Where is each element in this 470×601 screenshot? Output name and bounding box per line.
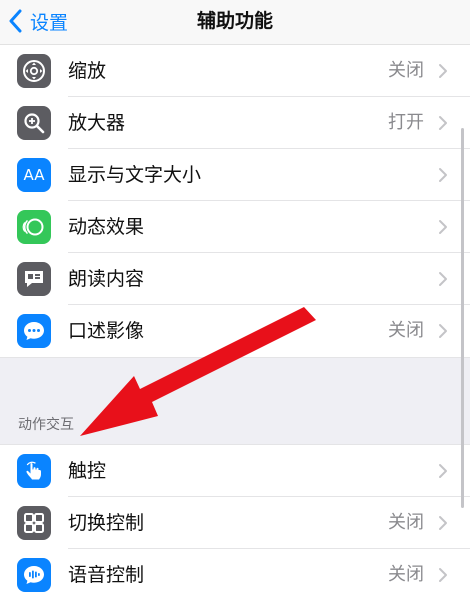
row-value: 关闭 (388, 320, 424, 341)
chevron-right-icon (439, 464, 447, 478)
row-label: 显示与文字大小 (68, 164, 202, 186)
page-title: 辅助功能 (196, 10, 273, 32)
section-header: 动作交互 (18, 417, 74, 433)
row-motion[interactable]: 动态效果 (0, 201, 470, 253)
row-voice-control[interactable]: 语音控制 关闭 (0, 549, 470, 601)
touch-icon (17, 454, 51, 488)
row-value: 关闭 (388, 564, 424, 585)
section-header-container: 动作交互 (0, 357, 470, 445)
row-value: 关闭 (388, 60, 424, 81)
row-touch[interactable]: 触控 (0, 445, 470, 497)
row-audio-descriptions[interactable]: 口述影像 关闭 (0, 305, 470, 357)
row-label: 触控 (68, 460, 107, 482)
row-spoken-content[interactable]: 朗读内容 (0, 253, 470, 305)
row-label: 放大器 (68, 112, 126, 134)
chevron-right-icon (439, 168, 447, 182)
row-label: 朗读内容 (68, 268, 145, 290)
text-size-glyph: AA (23, 166, 45, 184)
row-label: 缩放 (68, 60, 107, 82)
chevron-right-icon (439, 324, 447, 338)
magnifier-icon (17, 106, 51, 140)
row-display-text-size[interactable]: AA 显示与文字大小 (0, 149, 470, 201)
settings-list: 缩放 关闭 放大器 打开 AA 显示与文字大小 动态效果 朗读内容 口述影像 关… (0, 45, 470, 601)
text-size-icon: AA (17, 158, 51, 192)
audio-description-icon (17, 314, 51, 348)
spoken-content-icon (17, 262, 51, 296)
row-zoom[interactable]: 缩放 关闭 (0, 45, 470, 97)
row-label: 切换控制 (68, 512, 145, 534)
scrollbar[interactable] (461, 128, 464, 508)
row-value: 关闭 (388, 512, 424, 533)
chevron-right-icon (439, 272, 447, 286)
navigation-bar: 设置 辅助功能 (0, 0, 470, 45)
row-switch-control[interactable]: 切换控制 关闭 (0, 497, 470, 549)
chevron-right-icon (439, 568, 447, 582)
chevron-right-icon (439, 64, 447, 78)
row-label: 语音控制 (68, 564, 145, 586)
voice-control-icon (17, 558, 51, 592)
zoom-icon (17, 54, 51, 88)
chevron-right-icon (439, 220, 447, 234)
row-label: 口述影像 (68, 320, 145, 342)
row-value: 打开 (388, 112, 424, 133)
row-label: 动态效果 (68, 216, 145, 238)
motion-icon (17, 210, 51, 244)
switch-control-icon (17, 506, 51, 540)
chevron-right-icon (439, 516, 447, 530)
row-magnifier[interactable]: 放大器 打开 (0, 97, 470, 149)
chevron-right-icon (439, 116, 447, 130)
